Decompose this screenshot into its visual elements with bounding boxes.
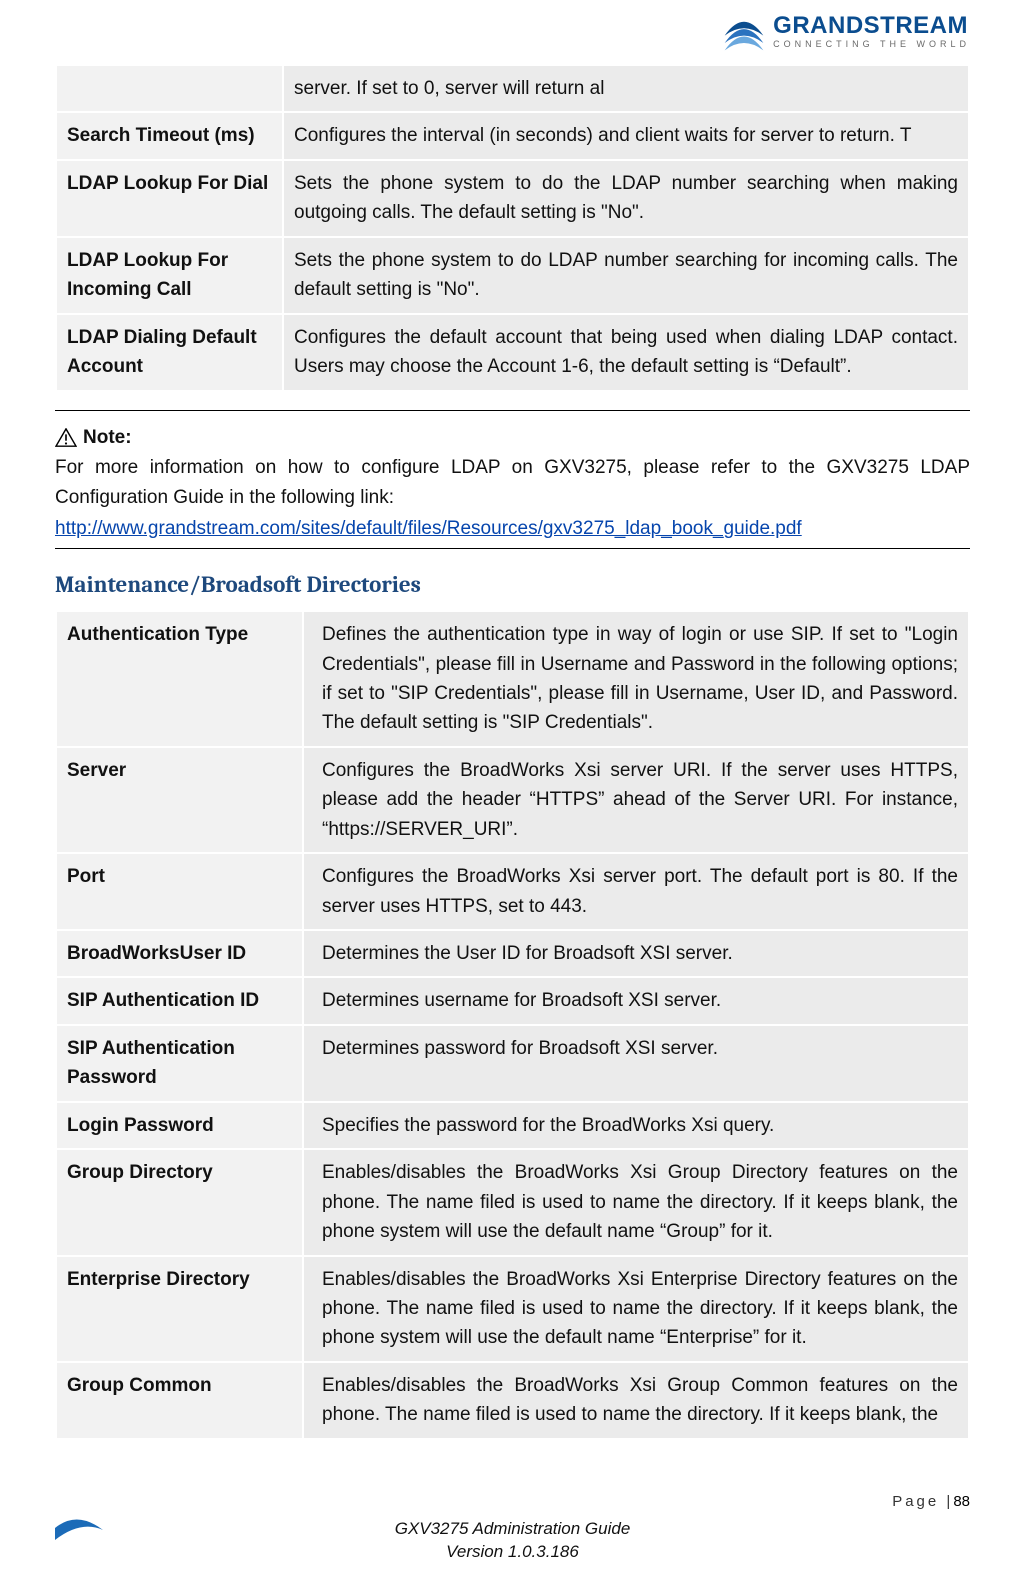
ldap-table: server. If set to 0, server will return … xyxy=(55,64,970,392)
note-link[interactable]: http://www.grandstream.com/sites/default… xyxy=(55,518,802,539)
param-label: BroadWorksUser ID xyxy=(57,931,302,976)
param-desc: Configures the BroadWorks Xsi server URI… xyxy=(304,748,968,852)
param-desc: server. If set to 0, server will return … xyxy=(284,66,968,111)
param-desc: Determines password for Broadsoft XSI se… xyxy=(304,1026,968,1101)
doc-version: Version 1.0.3.186 xyxy=(105,1541,920,1564)
note-title: Note: xyxy=(83,423,132,453)
footer: Page |88 GXV3275 Administration Guide Ve… xyxy=(0,1493,1025,1564)
footer-center: GXV3275 Administration Guide Version 1.0… xyxy=(105,1510,920,1564)
param-desc: Enables/disables the BroadWorks Xsi Grou… xyxy=(304,1363,968,1438)
param-label: LDAP Lookup For Dial xyxy=(57,161,282,236)
table-row: Group CommonEnables/disables the BroadWo… xyxy=(57,1363,968,1438)
note-title-row: Note: xyxy=(55,423,970,453)
table-row: LDAP Lookup For Incoming CallSets the ph… xyxy=(57,238,968,313)
param-label: Group Directory xyxy=(57,1150,302,1254)
param-desc: Configures the default account that bein… xyxy=(284,315,968,390)
param-desc: Defines the authentication type in way o… xyxy=(304,612,968,746)
note-block: Note: For more information on how to con… xyxy=(55,423,970,545)
table-row: Enterprise DirectoryEnables/disables the… xyxy=(57,1257,968,1361)
page-label: Page | xyxy=(892,1493,953,1510)
brand-tagline: CONNECTING THE WORLD xyxy=(773,40,970,49)
table-row: Search Timeout (ms)Configures the interv… xyxy=(57,113,968,158)
note-body: For more information on how to configure… xyxy=(55,453,970,514)
divider xyxy=(55,548,970,549)
param-desc: Sets the phone system to do the LDAP num… xyxy=(284,161,968,236)
param-desc: Configures the interval (in seconds) and… xyxy=(284,113,968,158)
table-row: LDAP Lookup For DialSets the phone syste… xyxy=(57,161,968,236)
table-row: Authentication TypeDefines the authentic… xyxy=(57,612,968,746)
param-desc: Configures the BroadWorks Xsi server por… xyxy=(304,854,968,929)
param-desc: Specifies the password for the BroadWork… xyxy=(304,1103,968,1148)
brand-text: GRANDSTREAM CONNECTING THE WORLD xyxy=(773,14,970,49)
param-desc: Determines username for Broadsoft XSI se… xyxy=(304,978,968,1023)
param-label: LDAP Dialing Default Account xyxy=(57,315,282,390)
param-label xyxy=(57,66,282,111)
page-number: Page |88 xyxy=(55,1493,970,1510)
page-num: 88 xyxy=(953,1493,970,1510)
warning-icon xyxy=(55,428,77,448)
param-desc: Sets the phone system to do LDAP number … xyxy=(284,238,968,313)
brand-logo: GRANDSTREAM CONNECTING THE WORLD xyxy=(721,8,970,54)
param-label: Port xyxy=(57,854,302,929)
brand-name: GRANDSTREAM xyxy=(773,14,970,38)
param-desc: Determines the User ID for Broadsoft XSI… xyxy=(304,931,968,976)
table-row: LDAP Dialing Default AccountConfigures t… xyxy=(57,315,968,390)
table-row: BroadWorksUser IDDetermines the User ID … xyxy=(57,931,968,976)
param-label: Enterprise Directory xyxy=(57,1257,302,1361)
table-row: SIP Authentication IDDetermines username… xyxy=(57,978,968,1023)
table-row: PortConfigures the BroadWorks Xsi server… xyxy=(57,854,968,929)
grandstream-mark-icon xyxy=(721,8,767,54)
param-desc: Enables/disables the BroadWorks Xsi Grou… xyxy=(304,1150,968,1254)
header: GRANDSTREAM CONNECTING THE WORLD xyxy=(55,0,970,64)
param-label: Group Common xyxy=(57,1363,302,1438)
param-label: LDAP Lookup For Incoming Call xyxy=(57,238,282,313)
param-label: Authentication Type xyxy=(57,612,302,746)
param-label: Login Password xyxy=(57,1103,302,1148)
section-title: Maintenance/Broadsoft Directories xyxy=(55,571,970,598)
table-row: Group DirectoryEnables/disables the Broa… xyxy=(57,1150,968,1254)
divider xyxy=(55,410,970,411)
param-label: Server xyxy=(57,748,302,852)
param-label: Search Timeout (ms) xyxy=(57,113,282,158)
footer-flag-icon xyxy=(55,1518,105,1564)
table-row: server. If set to 0, server will return … xyxy=(57,66,968,111)
broadsoft-table: Authentication TypeDefines the authentic… xyxy=(55,610,970,1440)
param-label: SIP Authentication ID xyxy=(57,978,302,1023)
page: GRANDSTREAM CONNECTING THE WORLD server.… xyxy=(0,0,1025,1586)
table-row: SIP Authentication PasswordDetermines pa… xyxy=(57,1026,968,1101)
doc-title: GXV3275 Administration Guide xyxy=(105,1518,920,1541)
param-desc: Enables/disables the BroadWorks Xsi Ente… xyxy=(304,1257,968,1361)
param-label: SIP Authentication Password xyxy=(57,1026,302,1101)
table-row: Login PasswordSpecifies the password for… xyxy=(57,1103,968,1148)
table-row: ServerConfigures the BroadWorks Xsi serv… xyxy=(57,748,968,852)
